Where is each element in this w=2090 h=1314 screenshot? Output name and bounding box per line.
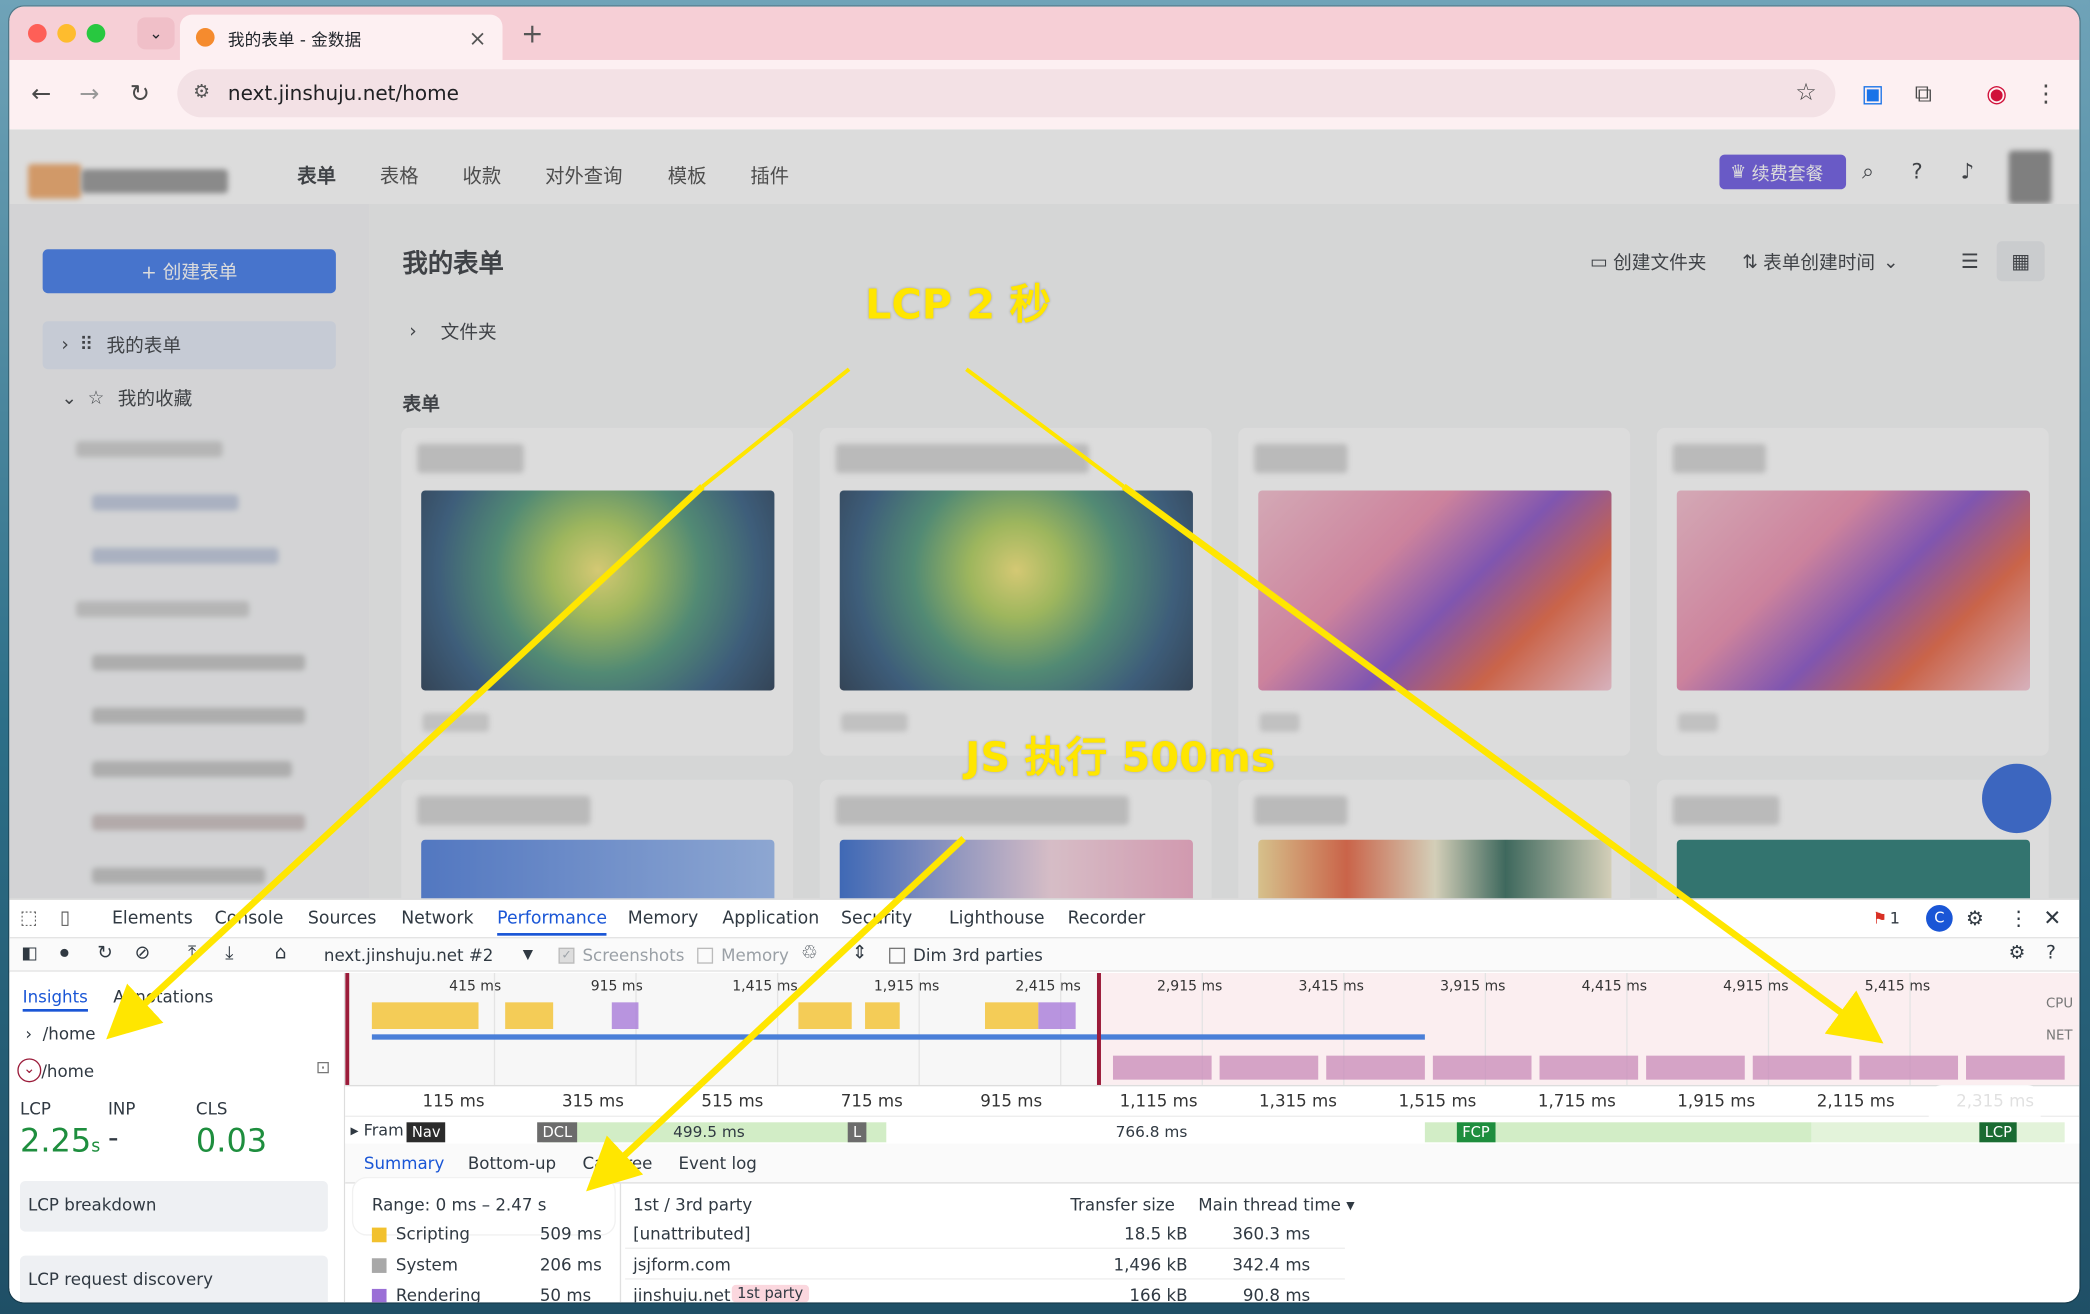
arrow-lcp-to-metric xyxy=(106,484,705,1040)
arrow-lcp-to-timeline xyxy=(1121,483,1884,1044)
arrow-lcp-to-timeline xyxy=(965,367,1125,489)
arrow-lcp-to-metric xyxy=(701,367,851,489)
arrow-js-to-scripting xyxy=(586,835,966,1192)
annotation-arrows xyxy=(106,367,1884,1192)
